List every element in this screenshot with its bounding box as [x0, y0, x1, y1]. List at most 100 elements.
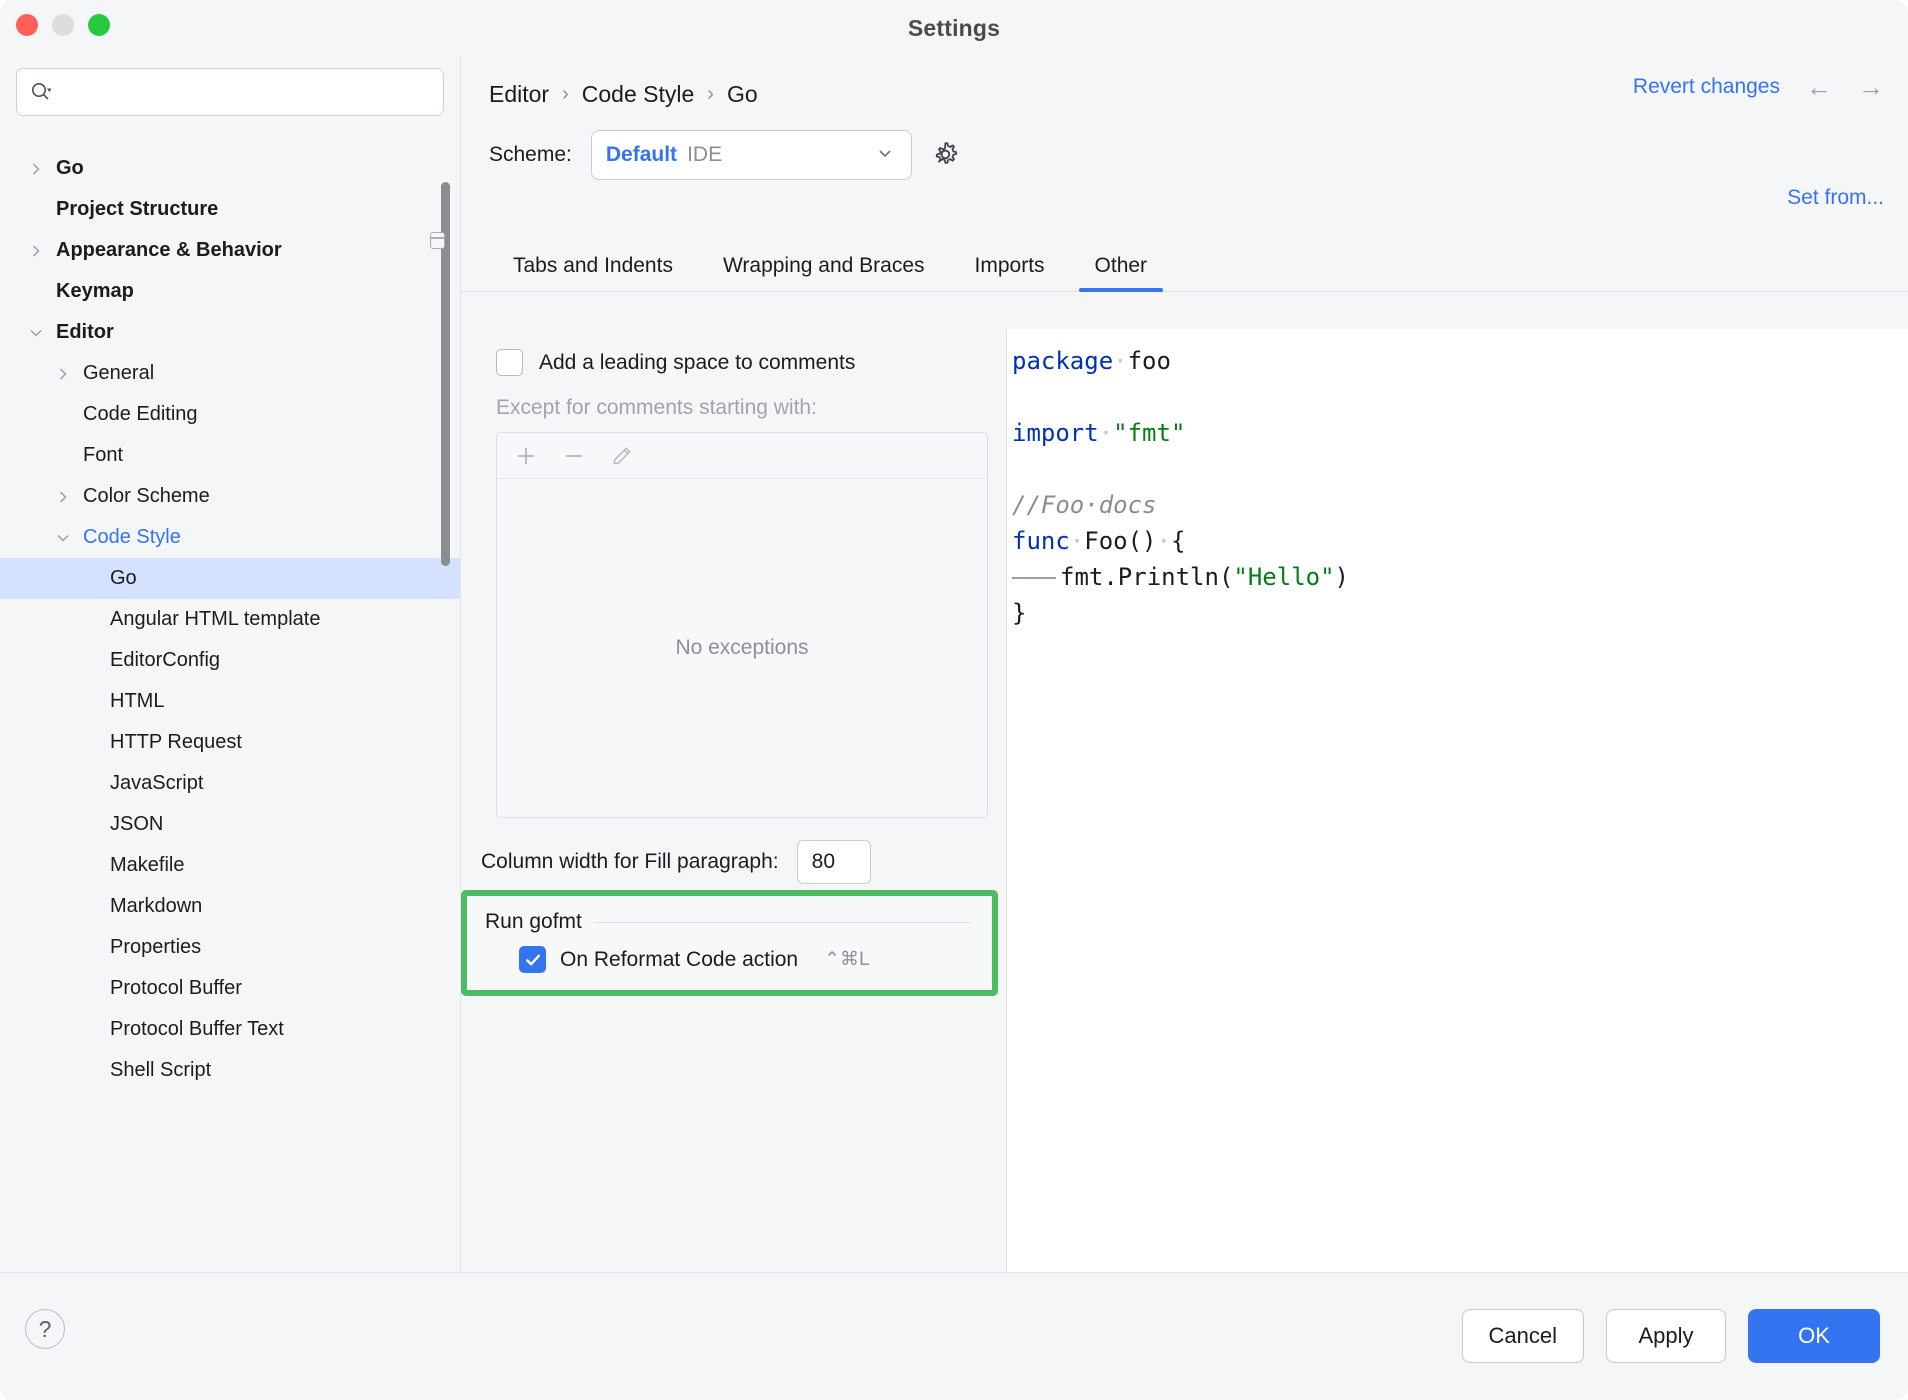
- sidebar-item-go[interactable]: Go: [0, 558, 460, 599]
- sidebar-item-general[interactable]: General: [0, 353, 460, 394]
- chevron-down-icon[interactable]: [25, 322, 47, 344]
- sidebar-item-label: HTML: [110, 690, 164, 713]
- run-gofmt-group: Run gofmt On Reformat Code action ⌃⌘L: [461, 890, 998, 996]
- close-button[interactable]: [16, 14, 38, 36]
- code-preview-pane: package·foo import·"fmt" //Foo·docsfunc·…: [1006, 329, 1908, 1272]
- sidebar-item-label: Markdown: [110, 895, 202, 918]
- on-reformat-row[interactable]: On Reformat Code action ⌃⌘L: [467, 934, 992, 973]
- on-reformat-label: On Reformat Code action: [560, 948, 798, 972]
- tab-other[interactable]: Other: [1070, 254, 1173, 292]
- sidebar-item-protocol-buffer-text[interactable]: Protocol Buffer Text: [0, 1009, 460, 1050]
- breadcrumb-item[interactable]: Code Style: [582, 81, 695, 108]
- leading-space-row[interactable]: Add a leading space to comments: [461, 329, 1006, 376]
- twisty-spacer: [79, 1019, 101, 1041]
- on-reformat-checkbox[interactable]: [519, 946, 546, 973]
- zoom-button[interactable]: [88, 14, 110, 36]
- tab-tabs-and-indents[interactable]: Tabs and Indents: [488, 254, 698, 292]
- leading-space-label: Add a leading space to comments: [539, 351, 855, 375]
- search-box[interactable]: [16, 68, 444, 116]
- code-preview[interactable]: package·foo import·"fmt" //Foo·docsfunc·…: [1012, 343, 1908, 1272]
- sidebar-item-markdown[interactable]: Markdown: [0, 886, 460, 927]
- indent-guide: [1012, 577, 1056, 579]
- help-button[interactable]: ?: [25, 1309, 65, 1349]
- twisty-spacer: [79, 773, 101, 795]
- settings-tabs[interactable]: Tabs and IndentsWrapping and BracesImpor…: [461, 238, 1908, 292]
- sidebar-item-appearance-behavior[interactable]: Appearance & Behavior: [0, 230, 460, 271]
- add-exception-button[interactable]: [513, 443, 539, 469]
- breadcrumb-item[interactable]: Go: [727, 81, 758, 108]
- twisty-spacer: [52, 445, 74, 467]
- footer-buttons: Cancel Apply OK: [1462, 1309, 1880, 1363]
- exceptions-list: No exceptions: [496, 432, 988, 818]
- sidebar-item-color-scheme[interactable]: Color Scheme: [0, 476, 460, 517]
- sidebar-item-shell-script[interactable]: Shell Script: [0, 1050, 460, 1091]
- exceptions-empty-text: No exceptions: [675, 636, 808, 660]
- sidebar-item-go[interactable]: Go: [0, 148, 460, 189]
- sidebar-item-label: Color Scheme: [83, 485, 210, 508]
- leading-space-checkbox[interactable]: [496, 349, 523, 376]
- sidebar-item-protocol-buffer[interactable]: Protocol Buffer: [0, 968, 460, 1009]
- apply-button[interactable]: Apply: [1606, 1309, 1726, 1363]
- sidebar-item-properties[interactable]: Properties: [0, 927, 460, 968]
- gear-icon[interactable]: [931, 140, 961, 170]
- ok-button[interactable]: OK: [1748, 1309, 1880, 1363]
- set-from-link[interactable]: Set from...: [1787, 186, 1884, 210]
- code-line: [1012, 451, 1908, 487]
- column-width-input[interactable]: 80: [797, 840, 871, 884]
- settings-window: Settings GoProject StructureAppearance &…: [0, 0, 1908, 1400]
- cancel-button[interactable]: Cancel: [1462, 1309, 1584, 1363]
- sidebar-item-label: EditorConfig: [110, 649, 220, 672]
- sidebar-item-angular-html-template[interactable]: Angular HTML template: [0, 599, 460, 640]
- breadcrumb-item[interactable]: Editor: [489, 81, 549, 108]
- chevron-right-icon[interactable]: [25, 240, 47, 262]
- revert-changes-link[interactable]: Revert changes: [1633, 75, 1780, 99]
- panel-splitter-icon[interactable]: [430, 232, 445, 249]
- sidebar-item-html[interactable]: HTML: [0, 681, 460, 722]
- sidebar-item-code-editing[interactable]: Code Editing: [0, 394, 460, 435]
- chevron-down-icon[interactable]: [52, 527, 74, 549]
- code-token: import: [1012, 419, 1099, 447]
- remove-exception-button[interactable]: [561, 443, 587, 469]
- sidebar-item-json[interactable]: JSON: [0, 804, 460, 845]
- sidebar-item-code-style[interactable]: Code Style: [0, 517, 460, 558]
- sidebar-item-label: Code Style: [83, 526, 181, 549]
- settings-tree[interactable]: GoProject StructureAppearance & Behavior…: [0, 148, 460, 1272]
- chevron-right-icon[interactable]: [52, 363, 74, 385]
- code-token: {: [1171, 527, 1185, 555]
- sidebar-item-label: Go: [110, 567, 137, 590]
- settings-sidebar: GoProject StructureAppearance & Behavior…: [0, 56, 461, 1272]
- twisty-spacer: [79, 732, 101, 754]
- sidebar-item-makefile[interactable]: Makefile: [0, 845, 460, 886]
- minimize-button[interactable]: [52, 14, 74, 36]
- sidebar-item-label: Protocol Buffer Text: [110, 1018, 284, 1041]
- sidebar-item-keymap[interactable]: Keymap: [0, 271, 460, 312]
- sidebar-item-project-structure[interactable]: Project Structure: [0, 189, 460, 230]
- sidebar-item-editorconfig[interactable]: EditorConfig: [0, 640, 460, 681]
- code-line: import·"fmt": [1012, 415, 1908, 451]
- edit-exception-button[interactable]: [609, 443, 635, 469]
- tab-wrapping-and-braces[interactable]: Wrapping and Braces: [698, 254, 950, 292]
- scheme-dropdown[interactable]: Default IDE: [591, 130, 912, 180]
- sidebar-item-javascript[interactable]: JavaScript: [0, 763, 460, 804]
- chevron-right-icon[interactable]: [52, 486, 74, 508]
- sidebar-item-font[interactable]: Font: [0, 435, 460, 476]
- arrow-right-icon[interactable]: →: [1858, 74, 1884, 100]
- search-input[interactable]: [59, 82, 431, 103]
- sidebar-item-http-request[interactable]: HTTP Request: [0, 722, 460, 763]
- code-token: func: [1012, 527, 1070, 555]
- sidebar-item-editor[interactable]: Editor: [0, 312, 460, 353]
- arrow-left-icon[interactable]: ←: [1806, 74, 1832, 100]
- sidebar-item-label: JSON: [110, 813, 163, 836]
- search-area: [0, 56, 460, 126]
- code-token: ·: [1070, 527, 1084, 555]
- on-reformat-shortcut: ⌃⌘L: [824, 948, 870, 971]
- code-line: package·foo: [1012, 343, 1908, 379]
- code-line: fmt.Println("Hello"): [1012, 559, 1908, 595]
- tab-imports[interactable]: Imports: [950, 254, 1070, 292]
- sidebar-item-label: Shell Script: [110, 1059, 211, 1082]
- sidebar-item-label: HTTP Request: [110, 731, 242, 754]
- settings-content: Editor›Code Style›Go Revert changes ← → …: [461, 56, 1908, 1272]
- breadcrumb-bar: Editor›Code Style›Go Revert changes ← →: [461, 56, 1908, 118]
- chevron-right-icon[interactable]: [25, 158, 47, 180]
- sidebar-item-label: General: [83, 362, 154, 385]
